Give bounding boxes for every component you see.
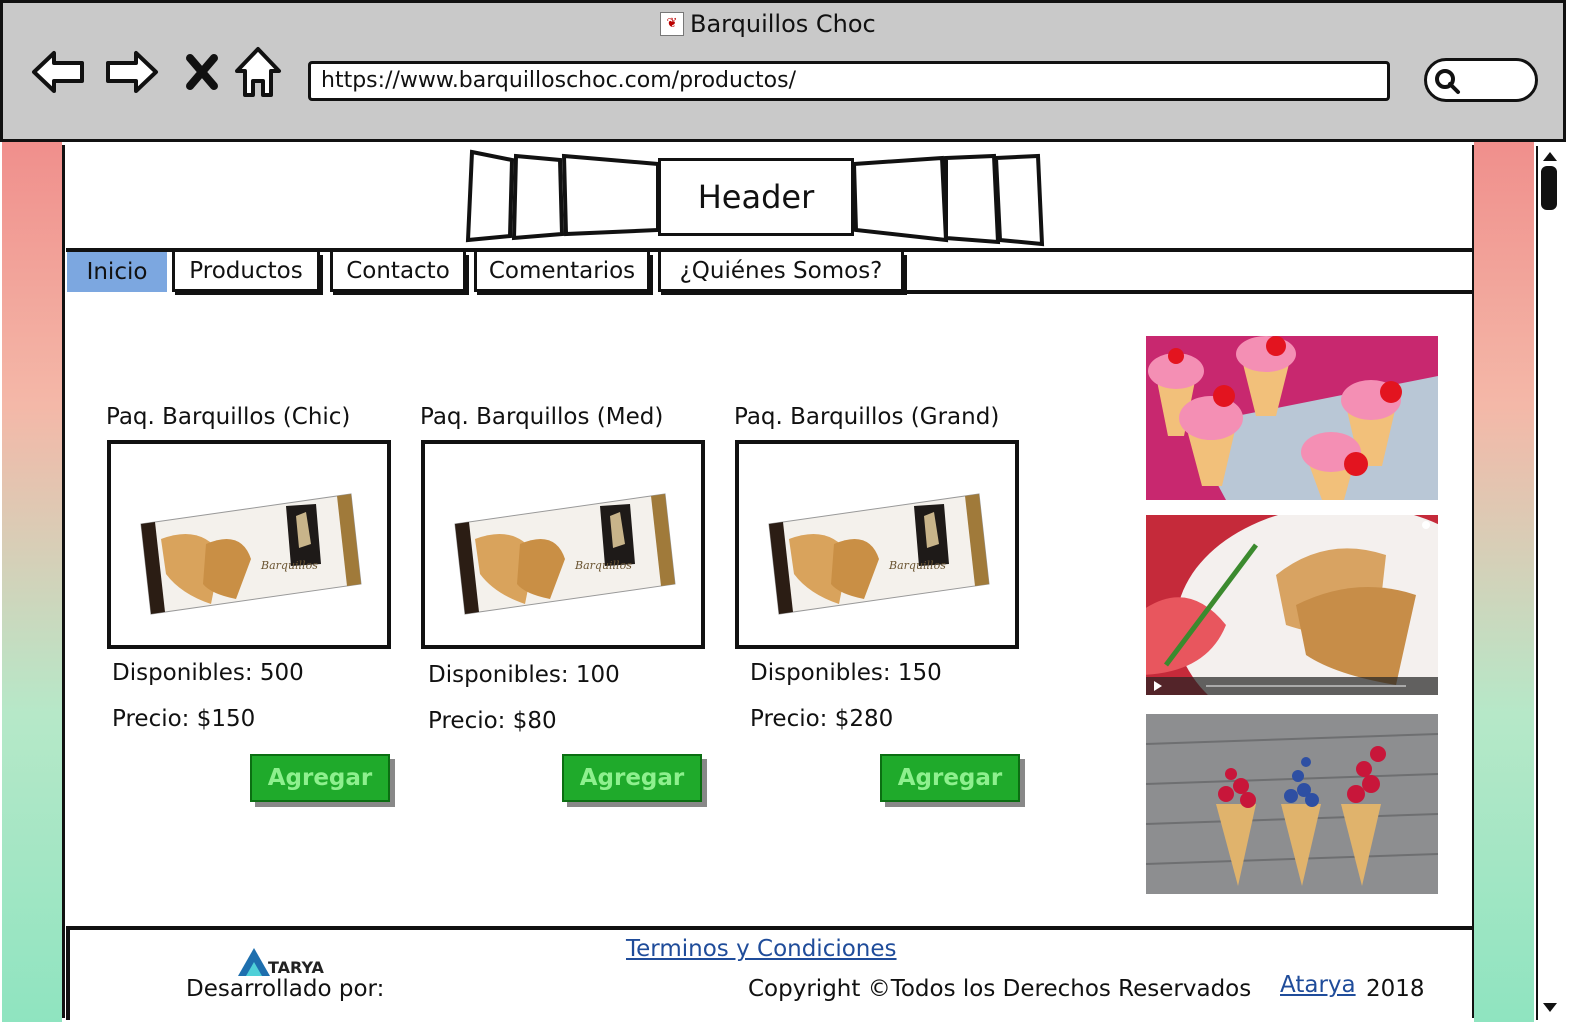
- forward-arrow-icon[interactable]: [104, 44, 160, 100]
- logo-text: TARYA: [268, 958, 324, 977]
- tab-productos[interactable]: Productos: [172, 252, 320, 292]
- product-price: Precio: $150: [112, 706, 256, 732]
- url-bar[interactable]: https://www.barquilloschoc.com/productos…: [308, 61, 1390, 101]
- cupcake-cones-photo: [1146, 336, 1438, 500]
- atarya-logo[interactable]: TARYA: [236, 944, 336, 978]
- tab-comentarios[interactable]: Comentarios: [474, 252, 650, 292]
- product-price: Precio: $280: [750, 706, 894, 732]
- developed-by-label: Desarrollado por:: [186, 976, 385, 1002]
- tab-label: Contacto: [346, 257, 450, 284]
- cones-video-thumbnail[interactable]: [1146, 515, 1438, 695]
- add-to-cart-button[interactable]: Agregar: [562, 754, 702, 802]
- copyright-text: Copyright ©Todos los Derechos Reservados: [748, 976, 1252, 1002]
- back-arrow-icon[interactable]: [30, 44, 86, 100]
- tab-inicio[interactable]: Inicio: [67, 252, 167, 292]
- product-stock: Disponibles: 100: [428, 662, 620, 688]
- product-image[interactable]: [107, 440, 391, 649]
- close-icon[interactable]: [174, 44, 230, 100]
- product-title: Paq. Barquillos (Grand): [734, 404, 1000, 430]
- product-title: Paq. Barquillos (Chic): [106, 404, 351, 430]
- product-image[interactable]: [421, 440, 705, 649]
- right-decor-bar: [1474, 142, 1534, 1022]
- product-stock: Disponibles: 150: [750, 660, 942, 686]
- scroll-down-icon[interactable]: [1541, 1000, 1559, 1019]
- tab-contacto[interactable]: Contacto: [330, 252, 466, 292]
- scroll-up-icon[interactable]: [1541, 148, 1559, 167]
- tab-label: Comentarios: [488, 257, 636, 284]
- browser-search-box[interactable]: [1424, 58, 1538, 102]
- header-box: Header: [658, 158, 854, 236]
- tab-label: ¿Quiénes Somos?: [679, 257, 883, 284]
- window-title: Barquillos Choc: [690, 10, 876, 38]
- favicon-icon: ❦: [660, 12, 684, 36]
- product-title: Paq. Barquillos (Med): [420, 404, 664, 430]
- footer-left-border: [66, 930, 70, 1020]
- add-to-cart-button[interactable]: Agregar: [880, 754, 1020, 802]
- atarya-link[interactable]: Atarya: [1280, 972, 1356, 998]
- footer-divider: [66, 926, 1472, 930]
- left-decor-bar: [2, 142, 62, 1022]
- berry-cones-photo: [1146, 714, 1438, 894]
- add-to-cart-button[interactable]: Agregar: [250, 754, 390, 802]
- tab-quienes-somos[interactable]: ¿Quiénes Somos?: [658, 252, 904, 292]
- scrollbar[interactable]: [1536, 146, 1564, 1020]
- home-icon[interactable]: [230, 44, 286, 100]
- terms-link[interactable]: Terminos y Condiciones: [626, 936, 897, 962]
- search-icon: [1435, 69, 1460, 94]
- product-image[interactable]: [735, 440, 1019, 649]
- scroll-thumb[interactable]: [1541, 166, 1557, 210]
- tab-label: Inicio: [86, 259, 148, 285]
- header-label: Header: [697, 178, 815, 216]
- tab-bar-bottom-line: [906, 290, 1472, 294]
- tab-label: Productos: [189, 257, 303, 284]
- product-stock: Disponibles: 500: [112, 660, 304, 686]
- product-price: Precio: $80: [428, 708, 557, 734]
- copyright-year: 2018: [1366, 976, 1425, 1002]
